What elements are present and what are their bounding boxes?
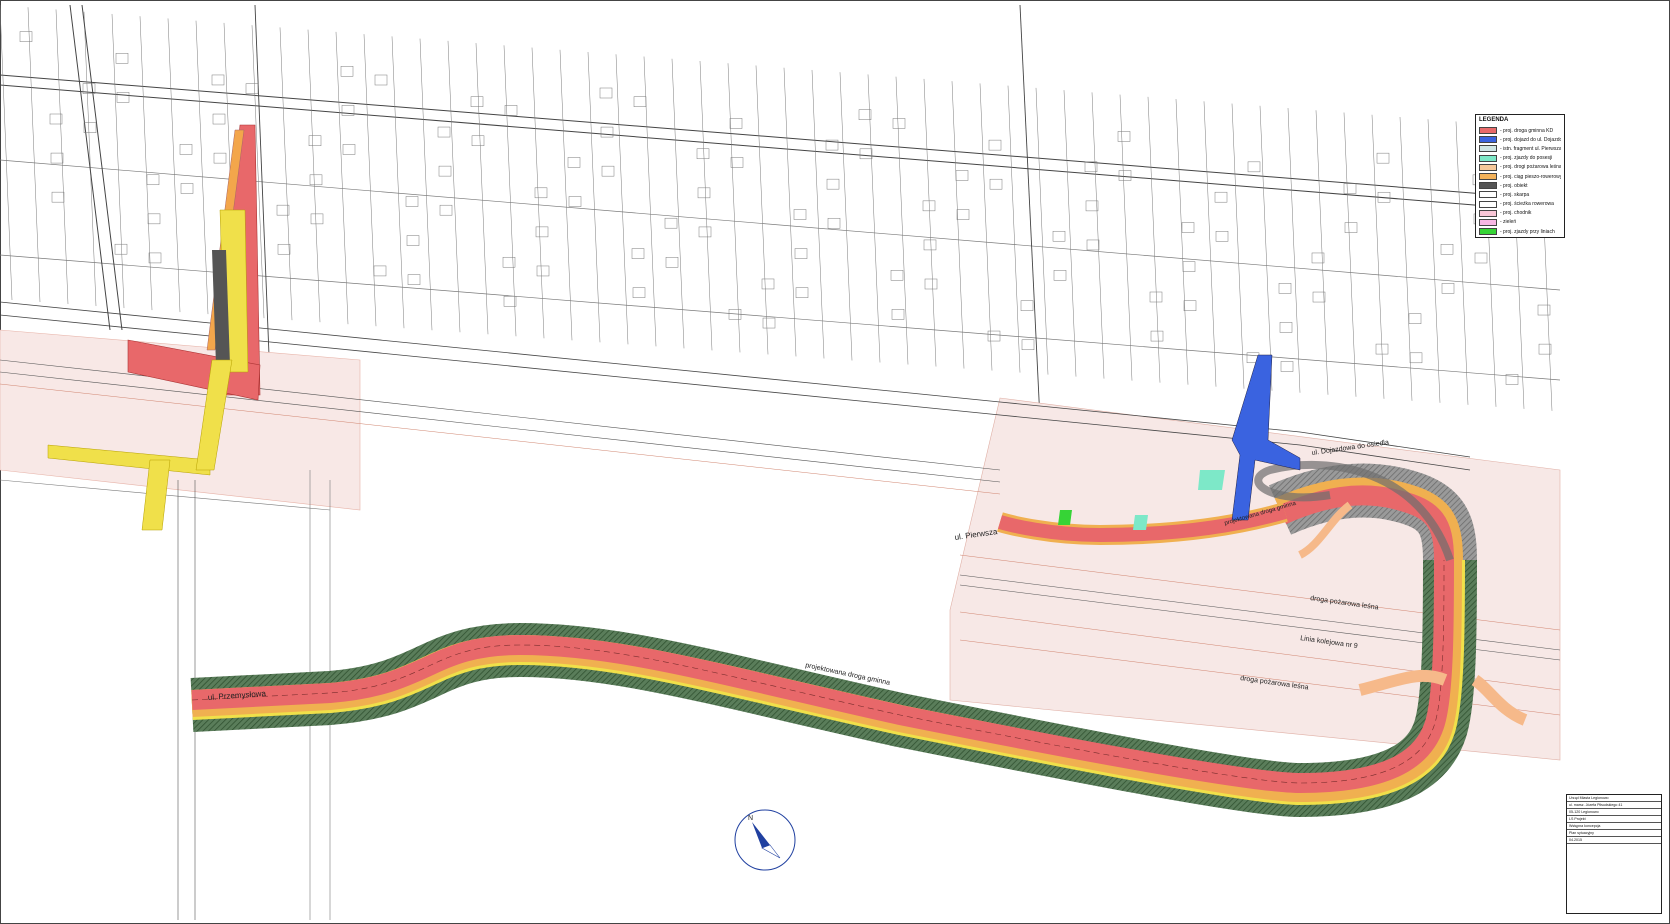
legend-item-label: - proj. zjazdy do posesji (1500, 155, 1553, 162)
legend-swatch (1479, 182, 1497, 190)
legend-item-label: - proj. chodnik (1500, 210, 1532, 217)
legend-swatch (1479, 127, 1497, 135)
title-block-city: 05-120 Legionowo (1567, 809, 1661, 816)
title-block-firm: LS Projekt (1567, 816, 1661, 823)
legend-item: - proj. zjazdy przy liniach (1479, 227, 1561, 236)
legend-item-label: - istn. fragment ul. Pierwsza (1500, 145, 1561, 152)
legend-item-label: - proj. ciąg pieszo-rowerowy (1500, 173, 1561, 180)
legend-item: - proj. zjazdy do posesji (1479, 154, 1561, 163)
legend-swatch (1479, 228, 1497, 236)
legend-item-label: - proj. obiekt (1500, 182, 1528, 189)
legend-item-label: - proj. droga gminna KD (1500, 127, 1554, 134)
legend-swatch (1479, 191, 1497, 199)
legend-item: - zieleń (1479, 218, 1561, 227)
legend-item-label: - proj. zjazdy przy liniach (1500, 228, 1555, 235)
legend-item: - proj. ścieżka rowerowa (1479, 200, 1561, 209)
site-plan-map: ul. Pierwsza ul. Przemysłowa ul. Dojazdo… (0, 0, 1670, 924)
legend-swatch (1479, 145, 1497, 153)
north-arrow-label: N (748, 815, 753, 822)
title-block: Urząd Miasta Legionowo ul. marsz. Józefa… (1566, 794, 1662, 914)
legend-item: - proj. droga gminna KD (1479, 126, 1561, 135)
legend-item: - proj. chodnik (1479, 209, 1561, 218)
legend-item-label: - proj. dojazd do ul. Dojazdowa do osied… (1500, 136, 1561, 143)
title-block-sheet-title: Wstępna koncepcja (1567, 823, 1661, 830)
legend-swatch (1479, 218, 1497, 226)
legend-swatch (1479, 136, 1497, 144)
legend-item: - proj. ciąg pieszo-rowerowy (1479, 172, 1561, 181)
legend-item: - proj. skarpa (1479, 190, 1561, 199)
legend-item-label: - proj. skarpa (1500, 191, 1530, 198)
legend-swatch (1479, 154, 1497, 162)
title-block-drawing: Plan sytuacyjny (1567, 830, 1661, 837)
legend-swatch (1479, 200, 1497, 208)
legend-title: LEGENDA (1479, 117, 1509, 123)
legend-item-label: - proj. ścieżka rowerowa (1500, 201, 1554, 208)
title-block-office: Urząd Miasta Legionowo (1567, 795, 1661, 802)
title-block-address: ul. marsz. Józefa Piłsudskiego 41 (1567, 802, 1661, 809)
legend-item-label: - zieleń (1500, 219, 1517, 226)
legend: LEGENDA - proj. droga gminna KD - proj. d… (1475, 114, 1565, 238)
legend-item: - proj. dojazd do ul. Dojazdowa do osied… (1479, 135, 1561, 144)
title-block-date: 04.2015 (1567, 837, 1661, 844)
legend-swatch (1479, 163, 1497, 171)
legend-swatch (1479, 173, 1497, 181)
legend-item-label: - proj. drogi pożarowa leśna (1500, 164, 1561, 171)
legend-item: - istn. fragment ul. Pierwsza (1479, 144, 1561, 153)
legend-item: - proj. drogi pożarowa leśna (1479, 163, 1561, 172)
legend-item: - proj. obiekt (1479, 181, 1561, 190)
legend-swatch (1479, 209, 1497, 217)
